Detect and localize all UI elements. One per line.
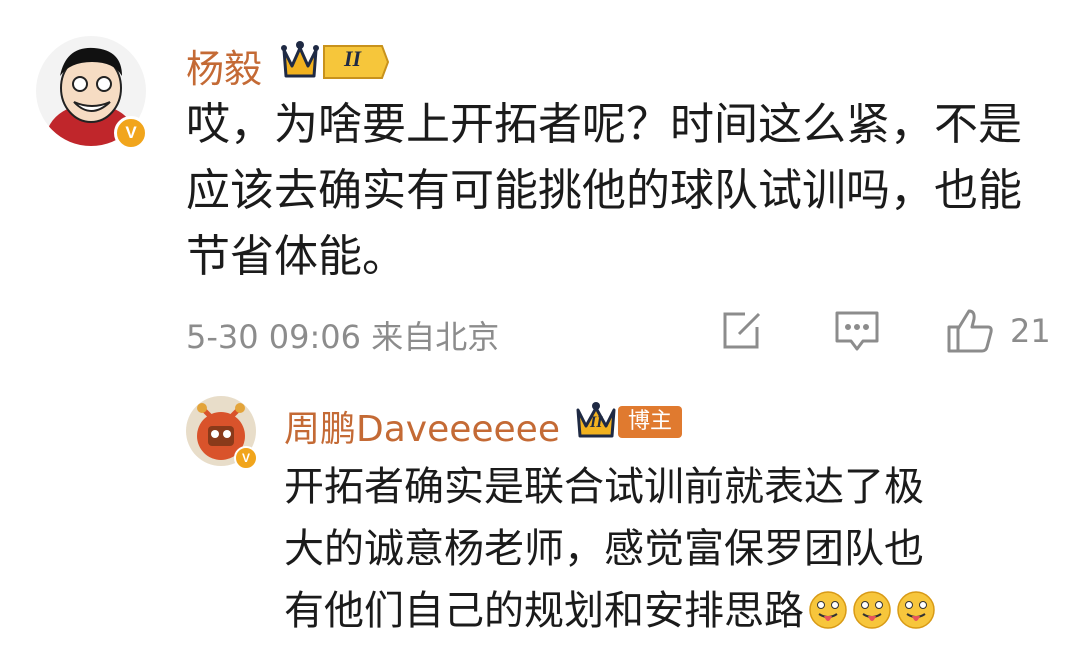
level-badge-icon: II — [574, 400, 620, 440]
like-icon[interactable] — [944, 304, 996, 356]
comment-line: 哎，为啥要上开拓者呢？时间这么紧，不是 — [186, 99, 1022, 150]
level-text: II — [344, 46, 362, 71]
comment-line: 应该去确实有可能挑他的球队试训吗，也能 — [186, 165, 1022, 216]
reply-line: 开拓者确实是联合试训前就表达了极 — [284, 464, 924, 510]
replier-avatar[interactable]: V — [186, 396, 258, 470]
host-badge: 博主 — [618, 406, 683, 438]
reply-line: 大的诚意杨老师，感觉富保罗团队也 — [284, 526, 924, 572]
reply-text: 开拓者确实是联合试训前就表达了极 大的诚意杨老师，感觉富保罗团队也 有他们自己的… — [284, 456, 936, 642]
commenter-name[interactable]: 杨毅 — [186, 38, 262, 93]
comment-icon[interactable] — [832, 308, 882, 356]
tongue-emoji-icon — [896, 586, 936, 629]
comment-text: 哎，为啥要上开拓者呢？时间这么紧，不是 应该去确实有可能挑他的球队试训吗，也能 … — [186, 92, 1022, 290]
comment-line: 节省体能。 — [186, 231, 406, 282]
like-count: 21 — [1010, 312, 1051, 350]
commenter-avatar[interactable]: V — [36, 36, 148, 150]
verified-badge: V — [234, 446, 258, 470]
replier-name[interactable]: 周鹏Daveeeeee — [284, 400, 560, 452]
comment-time-location: 5-30 09:06 来自北京 — [186, 318, 500, 356]
level-text: II — [590, 414, 603, 431]
verified-badge: V — [114, 116, 148, 150]
tongue-emoji-icon — [852, 586, 892, 629]
reply-line-text: 有他们自己的规划和安排思路 — [284, 588, 804, 634]
reply-line: 有他们自己的规划和安排思路 — [284, 580, 936, 642]
level-badge-icon: II — [278, 36, 390, 80]
share-icon[interactable] — [718, 308, 764, 354]
tongue-emoji-icon — [808, 586, 848, 629]
